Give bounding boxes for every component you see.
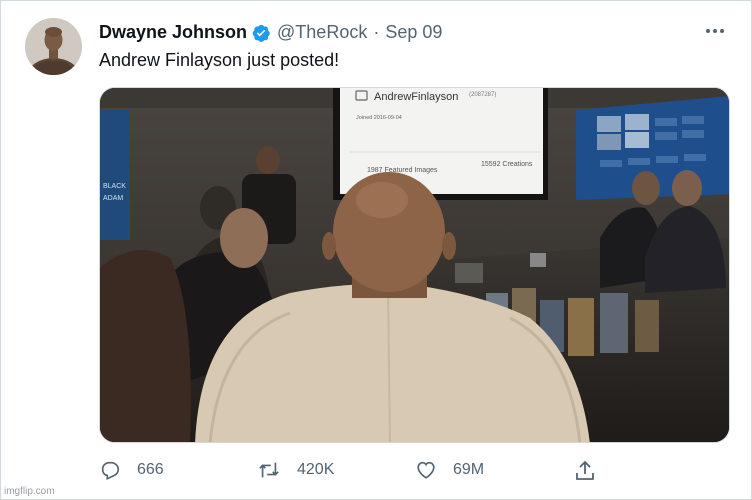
tweet-card[interactable]: Dwayne Johnson @TheRock · Sep 09 Andrew … [0,0,752,500]
share-icon [576,460,594,480]
header-separator: · [373,22,380,42]
left-tv-screen: BLACK ADAM [100,110,130,240]
avatar[interactable] [25,18,82,75]
reply-icon [101,461,120,481]
author-name[interactable]: Dwayne Johnson [99,22,247,43]
watermark: imgflip.com [4,486,55,497]
more-options-icon[interactable] [703,19,727,43]
left-screen-text-1: BLACK [103,183,126,190]
reply-count: 666 [137,461,164,478]
screen-featured: 1987 Featured Images [367,167,438,174]
screen-username: AndrewFinlayson [374,91,458,103]
screen-creations: 15592 Creations [481,161,533,168]
tweet-media-photo[interactable]: BLACK ADAM AndrewFinlayson (2087287) Joi… [99,87,730,443]
tweet-date[interactable]: Sep 09 [385,22,442,43]
tweet-text: Andrew Finlayson just posted! [99,50,340,70]
screen-joined: Joined 2016-09-04 [356,115,402,121]
verified-badge-icon [251,23,271,43]
reply-button[interactable]: 666 [99,459,164,481]
share-button[interactable] [573,459,597,483]
retweet-count: 420K [297,461,335,478]
tweet-actions: 666 420K 69M [99,459,599,485]
tweet-header: Dwayne Johnson @TheRock · Sep 09 [99,22,442,43]
retweet-button[interactable]: 420K [257,459,334,481]
left-screen-text-2: ADAM [103,195,123,202]
author-handle[interactable]: @TheRock [277,22,367,43]
like-button[interactable]: 69M [415,459,484,481]
screen-user-id: (2087287) [469,92,496,98]
retweet-icon [259,462,279,478]
heart-icon [417,461,435,479]
like-count: 69M [453,461,485,478]
